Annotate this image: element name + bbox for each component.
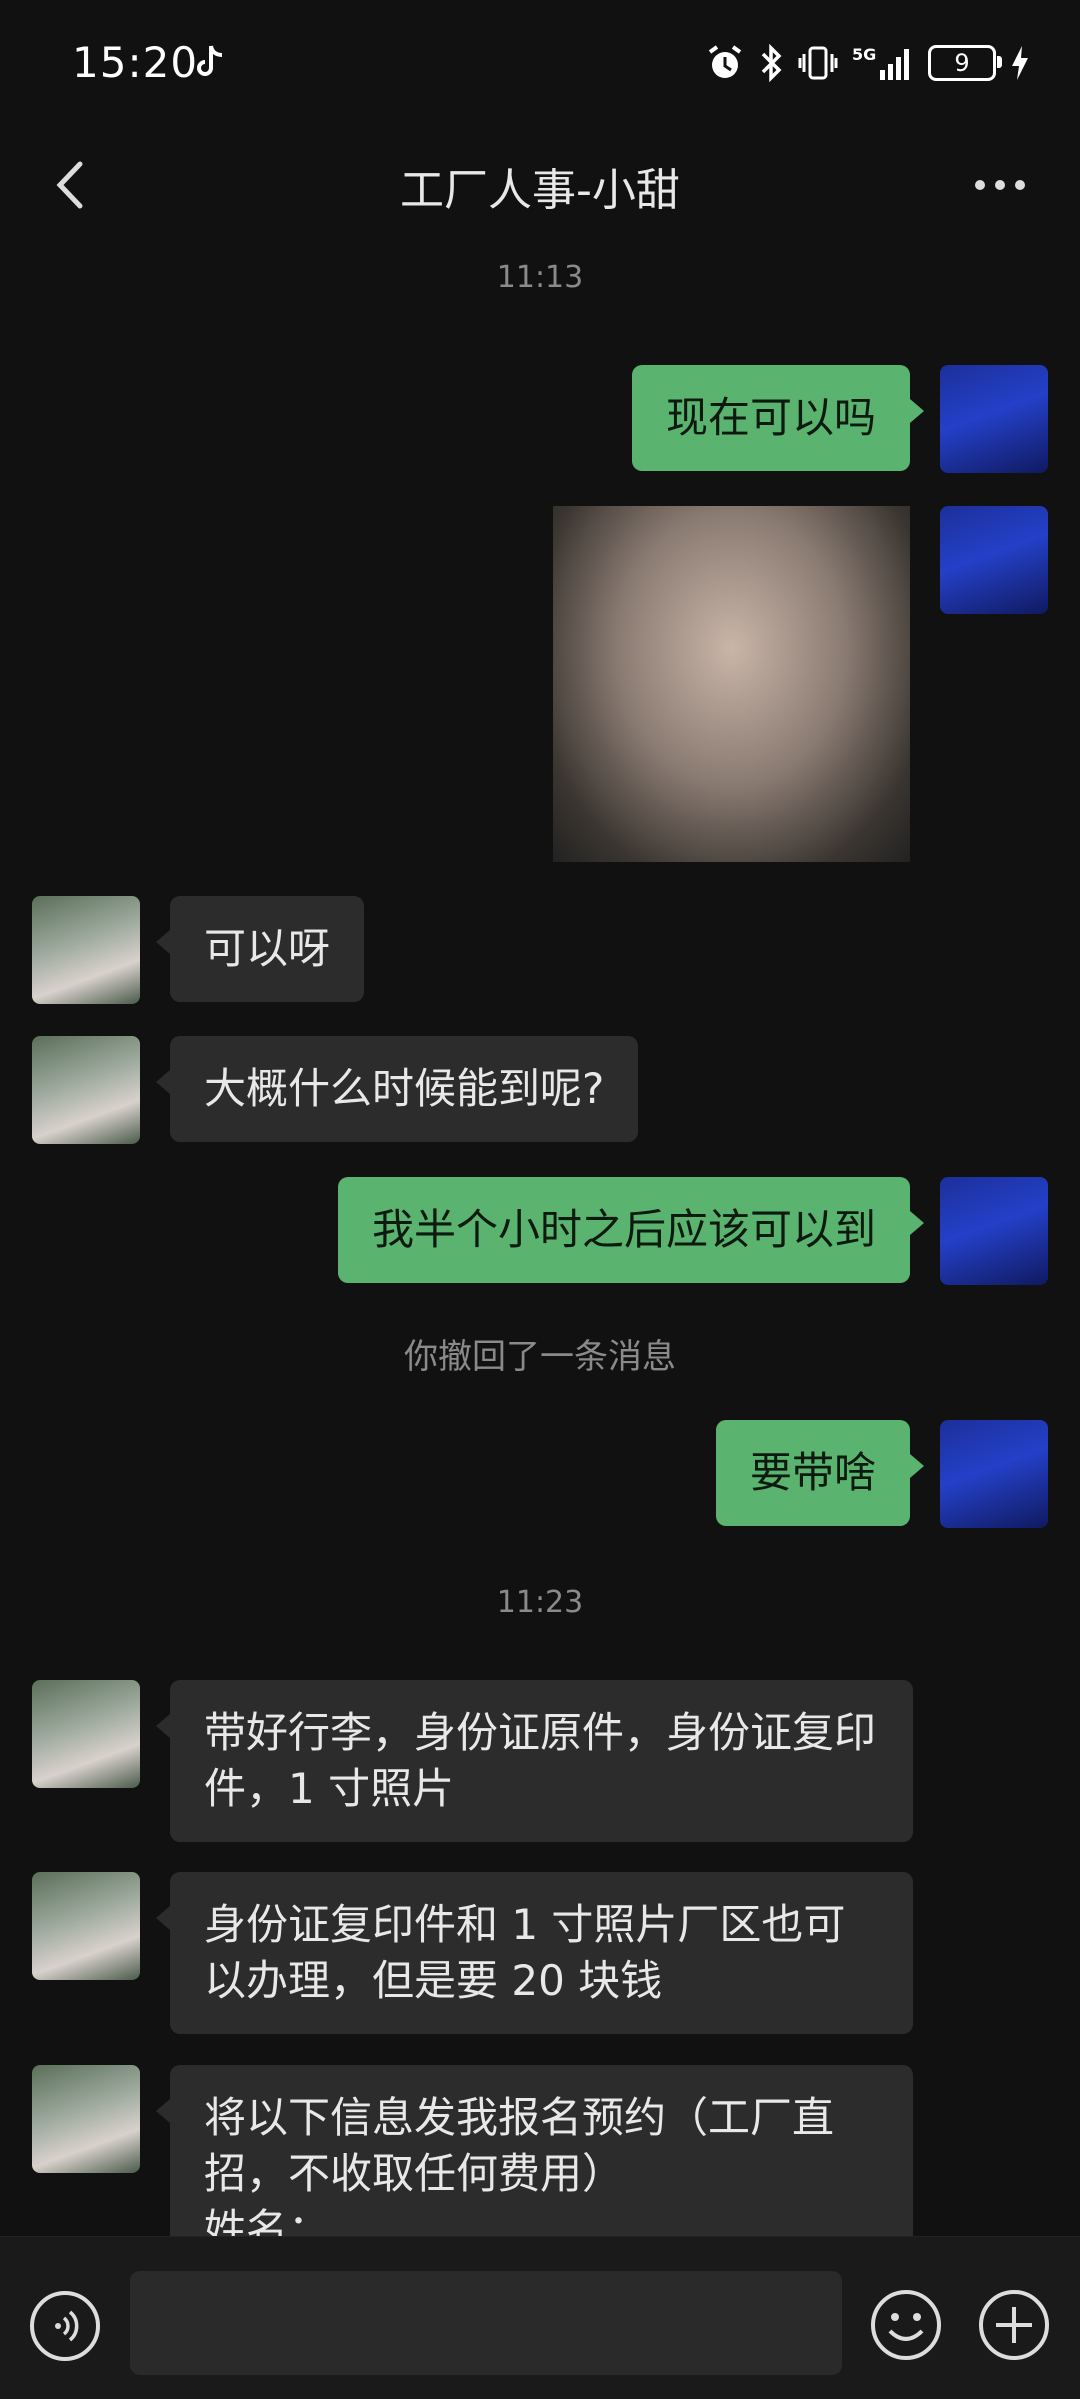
contact-avatar[interactable]: [32, 896, 140, 1004]
timestamp: 11:13: [496, 260, 584, 295]
my-avatar[interactable]: [940, 365, 1048, 473]
more-dots-icon[interactable]: [960, 160, 1040, 210]
message-input[interactable]: [130, 2271, 842, 2375]
message-bubble-received[interactable]: 身份证复印件和 1 寸照片厂区也可以办理，但是要 20 块钱: [156, 1872, 913, 2034]
contact-avatar[interactable]: [32, 1872, 140, 1980]
status-bar: 15:20 5G 9: [0, 0, 1080, 130]
message-bubble-sent[interactable]: 现在可以吗: [631, 365, 925, 471]
bluetooth-icon: [761, 44, 782, 82]
contact-avatar[interactable]: [32, 1036, 140, 1144]
chat-title: 工厂人事-小甜: [400, 165, 680, 216]
message-bubble-received[interactable]: 带好行李，身份证原件，身份证复印件，1 寸照片: [156, 1680, 913, 1842]
5g-signal-icon: 5G: [852, 45, 909, 80]
message-list[interactable]: 11:13 现在可以吗 可以呀 大概什么时候能到呢? 我半个小时之后应该可以到 …: [0, 240, 1080, 2236]
timestamp: 11:23: [496, 1585, 584, 1620]
message-bubble-received[interactable]: 将以下信息发我报名预约（工厂直招，不收取任何费用） 姓名：: [156, 2065, 913, 2236]
message-bubble-received[interactable]: 大概什么时候能到呢?: [155, 1036, 639, 1142]
charging-icon: [1012, 46, 1028, 80]
input-bar: [0, 2236, 1080, 2399]
message-text: 姓名：: [204, 2205, 331, 2236]
my-avatar[interactable]: [940, 506, 1048, 614]
battery-level: 9: [954, 49, 970, 77]
voice-icon[interactable]: [28, 2289, 102, 2363]
message-text: 将以下信息发我报名预约（工厂直招，不收取任何费用）: [204, 2093, 835, 2198]
alarm-icon: [708, 45, 742, 78]
vibrate-icon: [798, 46, 838, 80]
message-bubble-sent[interactable]: 我半个小时之后应该可以到: [337, 1177, 925, 1283]
recall-notice: 你撤回了一条消息: [404, 1337, 676, 1377]
sent-image[interactable]: [553, 506, 910, 862]
message-bubble-sent[interactable]: 要带啥: [715, 1420, 925, 1526]
emoji-icon[interactable]: [868, 2287, 944, 2363]
my-avatar[interactable]: [940, 1420, 1048, 1528]
status-icons: 5G 9: [706, 44, 1030, 82]
svg-text:5G: 5G: [852, 45, 876, 64]
my-avatar[interactable]: [940, 1177, 1048, 1285]
tiktok-icon: [197, 45, 223, 76]
message-bubble-received[interactable]: 可以呀: [155, 896, 365, 1002]
chat-header: 工厂人事-小甜: [0, 130, 1080, 240]
battery-icon: 9: [928, 45, 1002, 81]
contact-avatar[interactable]: [32, 1680, 140, 1788]
status-time: 15:20: [72, 38, 199, 87]
plus-icon[interactable]: [976, 2287, 1052, 2363]
contact-avatar[interactable]: [32, 2065, 140, 2173]
